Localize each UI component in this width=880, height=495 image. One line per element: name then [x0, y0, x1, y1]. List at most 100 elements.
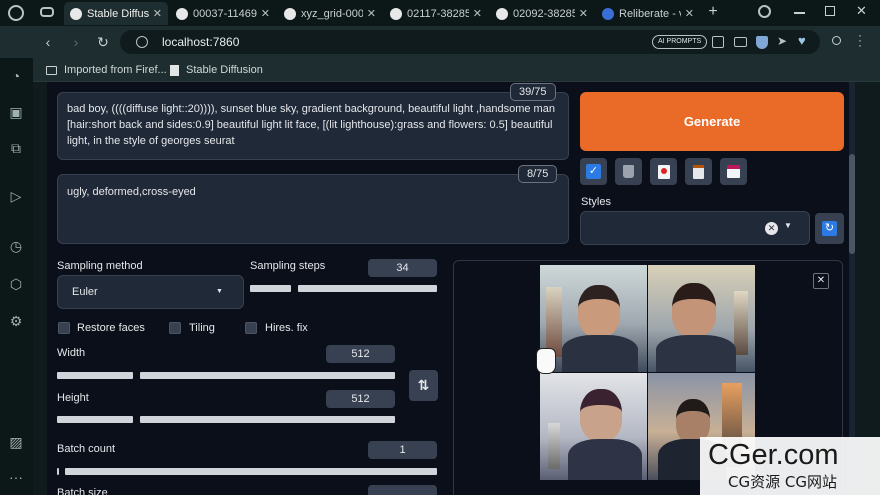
- more-icon[interactable]: ···: [7, 468, 25, 486]
- negative-prompt-box[interactable]: ugly, deformed,cross-eyed: [57, 174, 569, 244]
- paste-button[interactable]: [685, 158, 712, 185]
- save-style-button[interactable]: [720, 158, 747, 185]
- extensions-cube-icon[interactable]: ⬡: [7, 275, 25, 293]
- width-slider-right[interactable]: [140, 372, 395, 379]
- tab-close-icon[interactable]: ✕: [149, 7, 162, 20]
- sampling-method-dropdown[interactable]: Euler ▼: [57, 275, 244, 309]
- check-square-icon: ✓: [586, 164, 601, 179]
- tab-image-4[interactable]: 02092-382857 ✕: [490, 2, 594, 25]
- page-scrollbar[interactable]: [849, 82, 855, 495]
- generated-image-1[interactable]: [540, 265, 647, 372]
- profile-icon[interactable]: [832, 36, 841, 45]
- width-label: Width: [57, 347, 86, 359]
- refresh-styles-button[interactable]: ↻: [815, 213, 844, 244]
- tiling-label: Tiling: [189, 322, 215, 334]
- batch-count-slider-right[interactable]: [65, 468, 437, 475]
- shopping-bag-icon[interactable]: ▣: [7, 103, 25, 121]
- tab-favicon-icon: [390, 7, 402, 20]
- height-input[interactable]: 512: [326, 390, 395, 408]
- height-slider-right[interactable]: [140, 416, 395, 423]
- height-slider-left[interactable]: [57, 416, 133, 423]
- tab-favicon-icon: [176, 7, 188, 20]
- close-window-icon[interactable]: ✕: [856, 3, 867, 19]
- forward-icon[interactable]: ›: [66, 32, 86, 52]
- portrait-body: [656, 335, 736, 372]
- shield-icon[interactable]: [756, 36, 768, 49]
- bookmark-stable-diffusion[interactable]: Stable Diffusion: [170, 62, 263, 78]
- close-icon[interactable]: ✕: [813, 273, 829, 289]
- tab-image-3[interactable]: 02117-382857 ✕: [384, 2, 488, 25]
- chevron-down-icon: ▼: [216, 288, 223, 295]
- positive-prompt-text[interactable]: bad boy, ((((diffuse light::20)))), suns…: [67, 101, 563, 149]
- hires-fix-checkbox[interactable]: [245, 322, 257, 334]
- tab-close-icon[interactable]: ✕: [681, 7, 694, 20]
- generated-image-2[interactable]: [648, 265, 755, 372]
- portrait-body: [568, 439, 642, 480]
- tab-label: 02092-382857: [513, 7, 575, 20]
- extra-networks-button[interactable]: [650, 158, 677, 185]
- positive-prompt-box[interactable]: bad boy, ((((diffuse light::20)))), suns…: [57, 92, 569, 160]
- tab-label: 00037-114693: [193, 7, 257, 20]
- styles-dropdown[interactable]: ✕ ▼: [580, 211, 810, 245]
- ai-prompts-badge[interactable]: AI PROMPTS: [652, 35, 708, 49]
- edit-icon[interactable]: [712, 36, 724, 48]
- generated-image-3[interactable]: [540, 373, 647, 480]
- tab-label: Reliberate - v: [619, 7, 681, 20]
- clear-styles-icon[interactable]: ✕: [765, 222, 778, 235]
- sampling-steps-input[interactable]: 34: [368, 259, 437, 277]
- search-tabs-icon[interactable]: [758, 5, 771, 18]
- back-icon[interactable]: ‹: [38, 32, 58, 52]
- chevron-down-icon[interactable]: ▼: [784, 221, 792, 230]
- restore-icon[interactable]: [825, 6, 835, 16]
- menu-icon[interactable]: · · ·: [858, 29, 862, 51]
- send-icon[interactable]: ➤: [777, 34, 787, 48]
- tab-close-icon[interactable]: ✕: [257, 7, 270, 20]
- wallet-icon[interactable]: ⧉: [7, 139, 25, 157]
- tab-image-1[interactable]: 00037-114693 ✕: [170, 2, 276, 25]
- browser-tab-bar: Stable Diffusio ✕ 00037-114693 ✕ xyz_gri…: [0, 0, 880, 26]
- width-slider-left[interactable]: [57, 372, 133, 379]
- trash-button[interactable]: [615, 158, 642, 185]
- tab-close-icon[interactable]: ✕: [363, 7, 376, 20]
- history-icon[interactable]: ◷: [7, 237, 25, 255]
- tab-image-2[interactable]: xyz_grid-0000 ✕: [278, 2, 382, 25]
- tab-favicon-icon: [496, 7, 508, 20]
- heart-icon[interactable]: ♥: [798, 33, 806, 48]
- swap-dimensions-button[interactable]: ⇅: [409, 370, 438, 401]
- batch-count-input[interactable]: 1: [368, 441, 437, 459]
- tab-close-icon[interactable]: ✕: [469, 7, 482, 20]
- generate-button[interactable]: Generate: [580, 92, 844, 151]
- apply-checkbox-button[interactable]: ✓: [580, 158, 607, 185]
- settings-gear-icon[interactable]: ⚙: [7, 312, 25, 330]
- tab-favicon-icon: [602, 7, 614, 20]
- tab-favicon-icon: [70, 7, 82, 20]
- new-tab-button[interactable]: +: [704, 3, 722, 21]
- speed-dial-icon[interactable]: ◔: [7, 67, 25, 85]
- bookmark-imported[interactable]: Imported from Firef...: [46, 62, 167, 78]
- tab-close-icon[interactable]: ✕: [575, 7, 588, 20]
- url-field[interactable]: localhost:7860 AI PROMPTS ➤ ♥: [120, 30, 820, 54]
- negative-prompt-text[interactable]: ugly, deformed,cross-eyed: [67, 184, 487, 200]
- tab-favicon-icon: [284, 7, 296, 20]
- tiling-checkbox[interactable]: [169, 322, 181, 334]
- gallery-icon[interactable]: ▨: [7, 433, 25, 451]
- tab-stable-diffusion[interactable]: Stable Diffusio ✕: [64, 2, 168, 25]
- camera-icon[interactable]: [734, 37, 747, 47]
- minimize-icon[interactable]: [794, 12, 805, 14]
- reload-icon[interactable]: ↻: [93, 32, 113, 52]
- player-icon[interactable]: ▷: [7, 187, 25, 205]
- gamepad-icon[interactable]: [40, 7, 54, 17]
- portrait-head: [580, 389, 622, 441]
- page-scrollbar-thumb[interactable]: [849, 154, 855, 254]
- watermark-logo-text: CGer.com: [708, 439, 839, 471]
- batch-count-slider-left[interactable]: [57, 468, 59, 475]
- opera-logo-icon[interactable]: [8, 5, 24, 21]
- restore-faces-checkbox[interactable]: [58, 322, 70, 334]
- tab-reliberate[interactable]: Reliberate - v ✕: [596, 2, 700, 25]
- batch-size-label: Batch size: [57, 487, 108, 495]
- batch-size-input[interactable]: [368, 485, 437, 495]
- restore-faces-label: Restore faces: [77, 322, 145, 334]
- width-input[interactable]: 512: [326, 345, 395, 363]
- sampling-steps-slider-left[interactable]: [250, 285, 291, 292]
- sampling-steps-slider-right[interactable]: [298, 285, 437, 292]
